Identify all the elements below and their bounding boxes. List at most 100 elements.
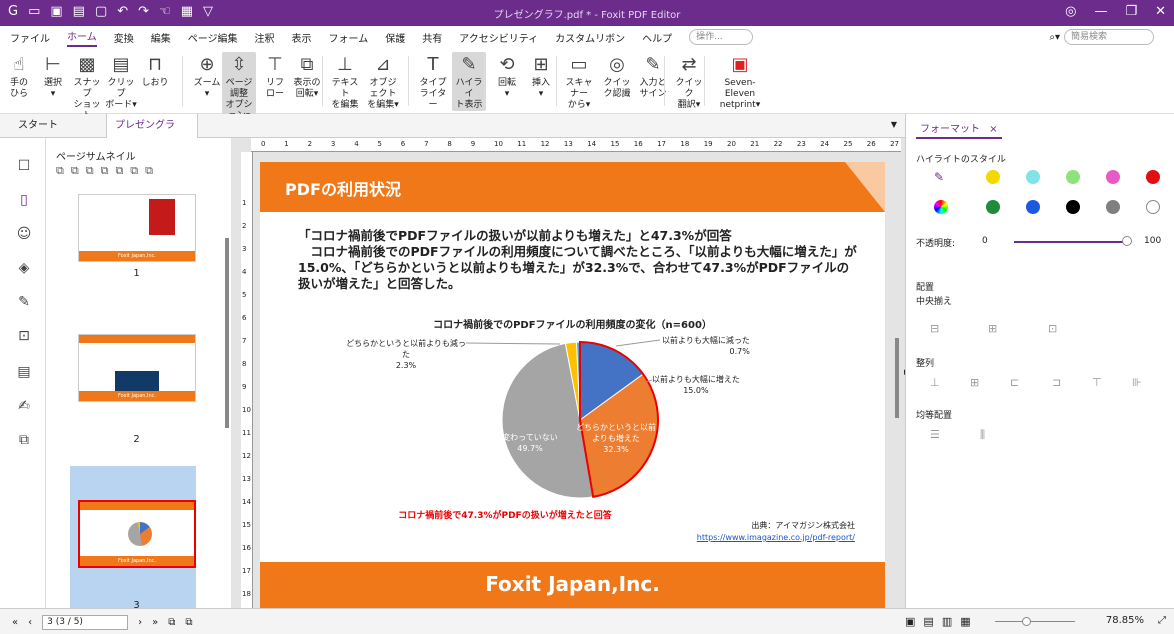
quick-search-input[interactable]: 簡易検索	[1064, 29, 1154, 45]
account-icon[interactable]: ◎	[1065, 4, 1076, 19]
menu-item[interactable]: 保護	[385, 30, 405, 45]
source-link[interactable]: https://www.imagazine.co.jp/pdf-report/	[697, 532, 855, 544]
continuous-facing-icon[interactable]: ▦	[960, 615, 970, 628]
align-bottom-icon[interactable]: ⊥	[930, 376, 940, 389]
comment-panel-icon[interactable]: ☺	[14, 226, 34, 246]
viewer-scrollbar[interactable]	[895, 338, 899, 418]
bookmark-panel-icon[interactable]: ☐	[14, 158, 34, 178]
color-wheel-icon[interactable]	[934, 200, 948, 214]
menu-item[interactable]: 共有	[422, 30, 442, 45]
menu-item[interactable]: カスタムリボン	[555, 30, 625, 45]
attachment-panel-icon[interactable]: ✎	[14, 294, 34, 314]
menu-item[interactable]: 注釈	[255, 30, 275, 45]
menu-item[interactable]: 編集	[151, 30, 171, 45]
thumb-scrollbar[interactable]	[225, 238, 229, 428]
ribbon-button[interactable]: ⊥ テキスト を編集	[328, 52, 362, 111]
ribbon-button[interactable]: ⇳ページ調整オプション▾	[222, 52, 256, 122]
continuous-icon[interactable]: ▤	[923, 615, 933, 628]
paste-view-icon[interactable]: ⧉	[185, 617, 192, 628]
menu-item[interactable]: ヘルプ	[642, 30, 672, 45]
zoom-slider[interactable]	[995, 621, 1075, 622]
tab-list-icon[interactable]: ▼	[891, 120, 897, 129]
color-swatch[interactable]	[1066, 200, 1080, 214]
color-swatch[interactable]	[1026, 170, 1040, 184]
page-number-input[interactable]: 3 (3 / 5)	[42, 615, 129, 630]
thumb-tool-icon[interactable]: ⧉	[101, 164, 109, 178]
zoom-slider-handle[interactable]	[1022, 617, 1031, 626]
menu-item[interactable]: 表示	[292, 30, 312, 45]
align-left-icon[interactable]: ⊏	[1010, 376, 1019, 389]
ribbon-button[interactable]: ✎ ハイライ ト表示	[452, 52, 486, 111]
ribbon-button[interactable]: ▭ スキャナー から▾	[562, 52, 596, 111]
zoom-level[interactable]: 78.85%	[1106, 615, 1144, 626]
color-swatch[interactable]	[1026, 200, 1040, 214]
color-swatch[interactable]	[1066, 170, 1080, 184]
form-panel-icon[interactable]: ▤	[14, 364, 34, 384]
ribbon-button[interactable]: ☝ 手の ひら	[2, 52, 36, 100]
menu-item[interactable]: ページ編集	[188, 30, 238, 45]
custom-color-icon[interactable]: ✎	[934, 170, 948, 184]
color-swatch[interactable]	[986, 200, 1000, 214]
ribbon-button[interactable]: ⊕ ズーム ▾	[190, 52, 224, 100]
align-middle-icon[interactable]: ⊞	[970, 376, 979, 389]
close-button[interactable]: ✕	[1155, 4, 1166, 19]
menu-item[interactable]: ホーム	[67, 28, 97, 47]
restore-button[interactable]: ❐	[1125, 4, 1137, 19]
facing-icon[interactable]: ▥	[942, 615, 952, 628]
ribbon-button[interactable]: ⊓ しおり	[138, 52, 172, 89]
last-page-icon[interactable]: »	[152, 617, 158, 628]
thumb-tool-icon[interactable]: ⧉	[71, 164, 79, 178]
distribute-vertical-icon[interactable]: ☰	[930, 428, 940, 441]
page-thumbnail[interactable]: Foxit Japan,Inc.	[78, 194, 196, 262]
menu-item[interactable]: 変換	[114, 30, 134, 45]
layer-panel-icon[interactable]: ◈	[14, 260, 34, 280]
content-panel-icon[interactable]: ⧉	[14, 432, 34, 452]
thumb-tool-icon[interactable]: ⧉	[145, 164, 153, 178]
align-right-icon[interactable]: ⊐	[1052, 376, 1061, 389]
fullscreen-icon[interactable]: ⤢	[1158, 615, 1166, 626]
ribbon-button[interactable]: ⧉ 表示の 回転▾	[290, 52, 324, 100]
page-thumbnail[interactable]: Foxit Japan,Inc.	[78, 334, 196, 402]
color-swatch[interactable]	[986, 170, 1000, 184]
page-thumbnail-panel-icon[interactable]: ▯	[14, 192, 34, 212]
menu-search-input[interactable]: 操作...	[689, 29, 754, 45]
color-swatch[interactable]	[1146, 200, 1160, 214]
ribbon-button[interactable]: T タイプ ライター	[416, 52, 450, 111]
color-swatch[interactable]	[1106, 170, 1120, 184]
ribbon-button[interactable]: ▤ クリップ ボード▾	[104, 52, 138, 111]
ribbon-button[interactable]: ⇄ クイック 翻訳▾	[672, 52, 706, 111]
ribbon-button[interactable]: ⊢ 選択 ▾	[36, 52, 70, 100]
security-panel-icon[interactable]: ⊡	[14, 328, 34, 348]
thumb-tool-icon[interactable]: ⧉	[115, 164, 123, 178]
menu-item[interactable]: ファイル	[10, 30, 50, 45]
tab-format-close-icon[interactable]: ×	[989, 124, 997, 135]
align-center-icon[interactable]: ⊪	[1132, 376, 1142, 389]
opacity-slider-handle[interactable]	[1122, 236, 1132, 246]
thumb-tool-icon[interactable]: ⧉	[56, 164, 64, 178]
ribbon-button[interactable]: ⊿ オブジェクト を編集▾	[366, 52, 400, 111]
ribbon-button[interactable]: ⟲ 回転 ▾	[490, 52, 524, 100]
copy-view-icon[interactable]: ⧉	[168, 617, 175, 628]
ribbon-button[interactable]: ▣ Seven-Eleven netprint▾	[710, 52, 770, 111]
ribbon-button[interactable]: ⊤ リフ ロー	[258, 52, 292, 100]
thumb-tool-icon[interactable]: ⧉	[130, 164, 138, 178]
distribute-horizontal-icon[interactable]: ⫼	[980, 428, 985, 442]
color-swatch[interactable]	[1146, 170, 1160, 184]
center-both-icon[interactable]: ⊡	[1048, 322, 1057, 335]
ribbon-button[interactable]: ▩スナップショット	[70, 52, 104, 122]
minimize-button[interactable]: —	[1094, 4, 1107, 19]
signature-panel-icon[interactable]: ✍	[14, 398, 34, 418]
top-search-icon[interactable]: ⌕▾	[1049, 32, 1060, 43]
align-top-icon[interactable]: ⊤	[1092, 376, 1102, 389]
ribbon-button[interactable]: ◎ クイッ ク認識	[600, 52, 634, 100]
ribbon-button[interactable]: ⊞ 挿入 ▾	[524, 52, 558, 100]
color-swatch[interactable]	[1106, 200, 1120, 214]
tab-start[interactable]: スタート	[10, 114, 66, 138]
menu-item[interactable]: アクセシビリティ	[459, 30, 538, 45]
next-page-icon[interactable]: ›	[138, 617, 142, 628]
center-horizontal-icon[interactable]: ⊟	[930, 322, 939, 335]
thumb-tool-icon[interactable]: ⧉	[86, 164, 94, 178]
center-vertical-icon[interactable]: ⊞	[988, 322, 997, 335]
previous-page-icon[interactable]: ‹	[28, 617, 32, 628]
first-page-icon[interactable]: «	[12, 617, 18, 628]
